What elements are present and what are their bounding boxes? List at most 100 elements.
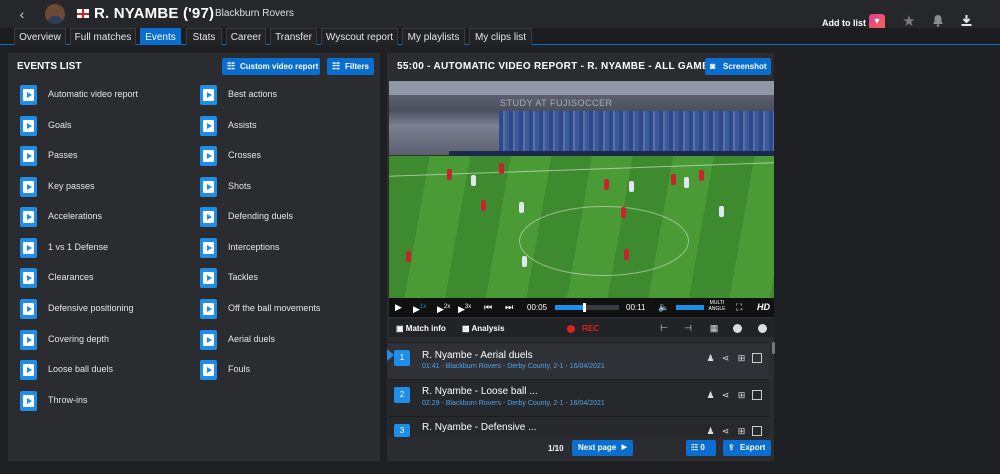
add-icon[interactable]: ⊞ [737,427,746,436]
list-icon: ☷ [691,443,699,452]
stadium-seats [499,111,774,151]
video-icon [20,207,37,227]
video-icon [20,146,37,166]
player-figure [684,177,689,188]
share-icon[interactable]: ⋖ [721,354,730,363]
video-watermark: STUDY AT FUJISOCCER [500,98,613,108]
minus-circle-icon[interactable] [733,324,742,333]
next-icon[interactable]: ⏭ [505,301,513,314]
previous-icon[interactable]: ⏮ [484,301,492,314]
video-icon [200,238,217,258]
chevron-left-icon[interactable]: ‹ [14,6,30,22]
tab-career[interactable]: Career [226,28,266,45]
england-flag-icon [77,9,89,18]
play-icon: ▶ [621,444,627,451]
rec-label[interactable]: REC [582,324,599,333]
player-figure [604,179,609,190]
clip-checkbox[interactable] [752,390,762,400]
share-icon[interactable]: ⋖ [721,427,730,436]
player-figure [499,163,504,174]
info-icon: ▣ [396,324,406,333]
stadium-roof [389,81,774,95]
user-icon[interactable]: ♟ [706,354,715,363]
player-figure [447,169,452,180]
custom-video-report-button[interactable]: ☷ Custom video report [222,58,320,75]
clip-subtitle[interactable]: 01:41 - Blackburn Rovers - Derby County,… [422,363,605,370]
user-icon[interactable]: ♟ [706,391,715,400]
user-icon[interactable]: ♟ [706,427,715,436]
clip-checkbox[interactable] [752,353,762,363]
add-icon[interactable]: ⊞ [737,391,746,400]
video-icon [20,360,37,380]
record-icon[interactable] [567,325,575,333]
video-icon [20,177,37,197]
tab-events[interactable]: Events [140,28,181,45]
video-icon [20,85,37,105]
player-figure [519,202,524,213]
trim-end-icon[interactable]: ⊣ [683,323,693,333]
match-info-button[interactable]: ▣ Match info [396,324,446,333]
add-icon[interactable]: ⊞ [737,354,746,363]
clip-checkbox[interactable] [752,426,762,436]
player-name: R. NYAMBE ('97) [94,5,215,22]
speed-1x-button[interactable]: ▶1x [413,301,426,316]
player-figure [471,175,476,186]
progress-knob[interactable] [582,303,586,312]
player-figure [629,181,634,192]
clip-number: 2 [394,387,410,403]
tab-my-playlists[interactable]: My playlists [402,28,465,45]
player-figure [621,207,626,218]
avatar [45,4,65,24]
progress-bar[interactable] [555,303,619,312]
video-icon [200,330,217,350]
next-page-button[interactable]: Next page ▶ [572,440,633,456]
trim-start-icon[interactable]: ⊢ [659,323,669,333]
tab-full-matches[interactable]: Full matches [70,28,136,45]
clip-number: 1 [394,350,410,366]
export-button[interactable]: ⇪ Export [723,440,771,456]
tab-wyscout-report[interactable]: Wyscout report [321,28,398,45]
clip-title: R. Nyambe - Aerial duels [422,350,533,361]
player-figure [719,206,724,217]
tab-transfer[interactable]: Transfer [270,28,317,45]
screenshot-label: Screenshot [723,62,767,71]
events-list-title: EVENTS LIST [17,61,82,72]
volume-slider[interactable] [676,305,704,310]
speed-2x-button[interactable]: ▶2x [437,301,450,316]
tab-overview[interactable]: Overview [14,28,66,45]
share-icon[interactable]: ⋖ [721,391,730,400]
tab-my-clips-list[interactable]: My clips list [469,28,532,45]
video-icon [20,299,37,319]
fullscreen-icon[interactable]: ⛶ [736,301,742,314]
progress-fill [555,305,584,310]
current-time: 00:05 [527,303,548,312]
video-player[interactable] [389,81,774,298]
video-icon [200,116,217,136]
custom-video-report-label: Custom video report [240,62,319,71]
filters-button[interactable]: ☷ Filters [327,58,374,75]
speed-3x-button[interactable]: ▶3x [458,301,471,316]
filters-label: Filters [345,62,370,71]
minus-circle-icon[interactable] [758,324,767,333]
screenshot-button[interactable]: ◙ Screenshot [705,58,771,75]
player-figure [671,174,676,185]
club-name[interactable]: Blackburn Rovers [215,8,294,19]
grid-icon[interactable]: ▦ [709,323,719,333]
selected-marker [387,349,394,361]
video-title: 55:00 - AUTOMATIC VIDEO REPORT - R. NYAM… [397,61,717,72]
play-icon[interactable]: ▶ [395,301,402,314]
multi-angle-button[interactable]: MULTI ANGLE [707,300,727,312]
total-time: 00:11 [626,303,646,312]
tab-stats[interactable]: Stats [186,28,222,45]
clip-title: R. Nyambe - Loose ball ... [422,386,538,397]
selected-count-button[interactable]: ☷ 0 [686,440,716,456]
clip-subtitle[interactable]: 02:29 - Blackburn Rovers - Derby County,… [422,400,605,407]
video-icon [200,299,217,319]
analysis-button[interactable]: ▩ Analysis [462,324,504,333]
video-icon [200,146,217,166]
hd-toggle[interactable]: HD [757,301,770,314]
player-figure [481,200,486,211]
volume-icon[interactable]: 🔈 [658,301,669,314]
clips-scrollbar[interactable] [772,342,775,354]
add-to-list-label[interactable]: Add to list [822,18,866,28]
